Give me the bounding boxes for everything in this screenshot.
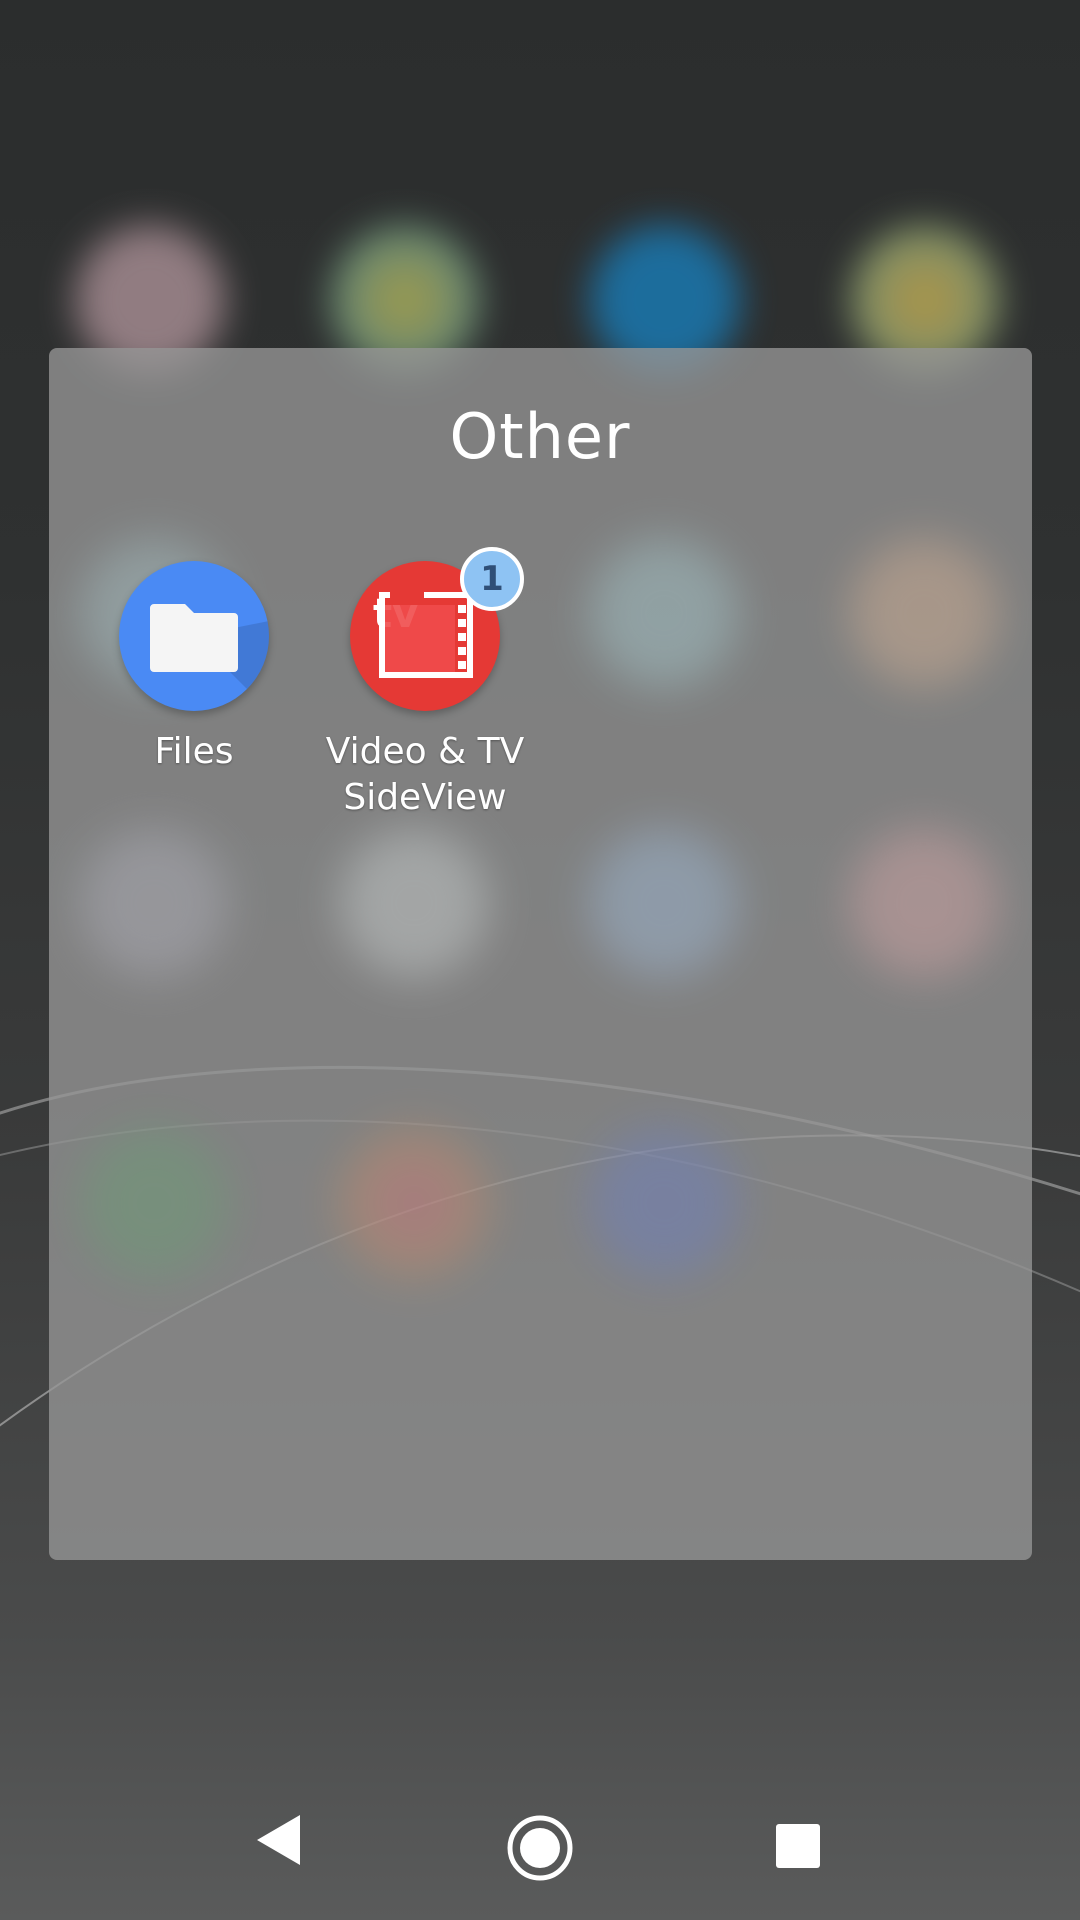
home-screen: Other Files tv <box>0 0 1080 1920</box>
back-icon <box>257 1815 300 1865</box>
back-button[interactable] <box>200 1760 360 1920</box>
app-files[interactable]: Files <box>74 561 314 775</box>
blurred-app-icon <box>589 828 739 978</box>
folder-panel <box>49 348 1032 1560</box>
video-tv-sideview-icon: tv 1 <box>350 547 524 711</box>
blurred-app-icon <box>339 828 489 978</box>
blurred-app-icon <box>849 538 999 688</box>
blurred-app-icon <box>339 1128 489 1278</box>
blurred-app-icon <box>79 1128 229 1278</box>
app-label-files: Files <box>154 731 234 772</box>
notification-badge: 1 <box>460 547 524 611</box>
blurred-app-icon <box>849 828 999 978</box>
blurred-app-icon <box>79 828 229 978</box>
home-button[interactable] <box>460 1760 620 1920</box>
files-folder-icon <box>119 561 269 711</box>
home-icon <box>507 1815 573 1881</box>
app-video-tv-sideview[interactable]: tv 1 Video & TV SideView <box>305 547 545 821</box>
recents-icon <box>776 1824 820 1868</box>
blurred-app-icon <box>589 1128 739 1278</box>
blurred-app-icon <box>589 538 739 688</box>
folder-icon <box>150 604 269 711</box>
recents-button[interactable] <box>718 1760 878 1920</box>
navigation-bar <box>0 1760 1080 1920</box>
app-label-video-tv-sideview: Video & TV SideView <box>325 731 525 818</box>
folder-title[interactable]: Other <box>0 400 1080 473</box>
